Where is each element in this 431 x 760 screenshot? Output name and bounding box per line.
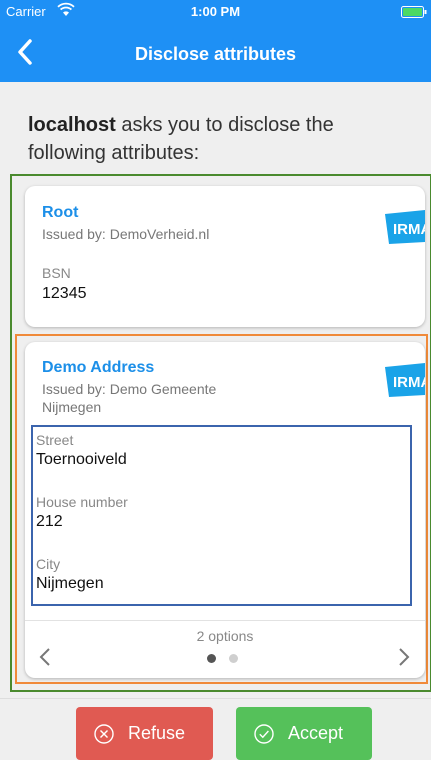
intro-text: localhost asks you to disclose the follo…: [28, 111, 408, 167]
attribute-value: 12345: [42, 285, 87, 302]
attribute-value: Nijmegen: [36, 575, 104, 592]
host-name: localhost: [28, 114, 116, 136]
irma-logo-text: IRMA: [393, 221, 425, 238]
check-circle-icon: [254, 723, 274, 744]
battery-icon: [401, 6, 427, 18]
attributes-group-box: Street Toernooiveld House number 212 Cit…: [31, 425, 412, 606]
card-title: Root: [42, 204, 79, 221]
attribute-value: 212: [36, 513, 63, 530]
card-divider: [25, 620, 425, 621]
attribute-value: Toernooiveld: [36, 451, 127, 468]
accept-button[interactable]: Accept: [236, 707, 372, 760]
irma-logo: IRMA: [385, 210, 425, 244]
irma-logo-text: IRMA: [393, 374, 425, 391]
card-title: Demo Address: [42, 359, 155, 376]
page-indicator-dot-active[interactable]: [207, 654, 216, 663]
card-issuer: Issued by: DemoVerheid.nl: [42, 226, 210, 242]
close-circle-icon: [94, 723, 114, 744]
refuse-button[interactable]: Refuse: [76, 707, 213, 760]
previous-option-chevron-icon[interactable]: [37, 646, 53, 668]
page-indicator-dot[interactable]: [229, 654, 238, 663]
attribute-label: Street: [36, 432, 74, 448]
irma-logo: IRMA: [385, 363, 425, 397]
page-title: Disclose attributes: [134, 44, 297, 64]
accept-label: Accept: [288, 723, 344, 743]
next-option-chevron-icon[interactable]: [396, 646, 412, 668]
credential-card-demo-address: Demo Address Issued by: Demo Gemeente Ni…: [25, 342, 425, 678]
status-time: 1:00 PM: [190, 4, 241, 19]
attribute-label: City: [36, 556, 61, 572]
attribute-label: House number: [36, 494, 128, 510]
credential-card-root: Root Issued by: DemoVerheid.nl IRMA BSN …: [25, 186, 425, 327]
card-issuer: Issued by: Demo Gemeente Nijmegen: [42, 381, 217, 415]
options-count: 2 options: [196, 628, 254, 644]
nav-bar: Disclose attributes: [0, 24, 431, 82]
refuse-label: Refuse: [128, 723, 186, 743]
status-bar: Carrier 1:00 PM: [0, 0, 431, 24]
attribute-label: BSN: [42, 265, 71, 281]
